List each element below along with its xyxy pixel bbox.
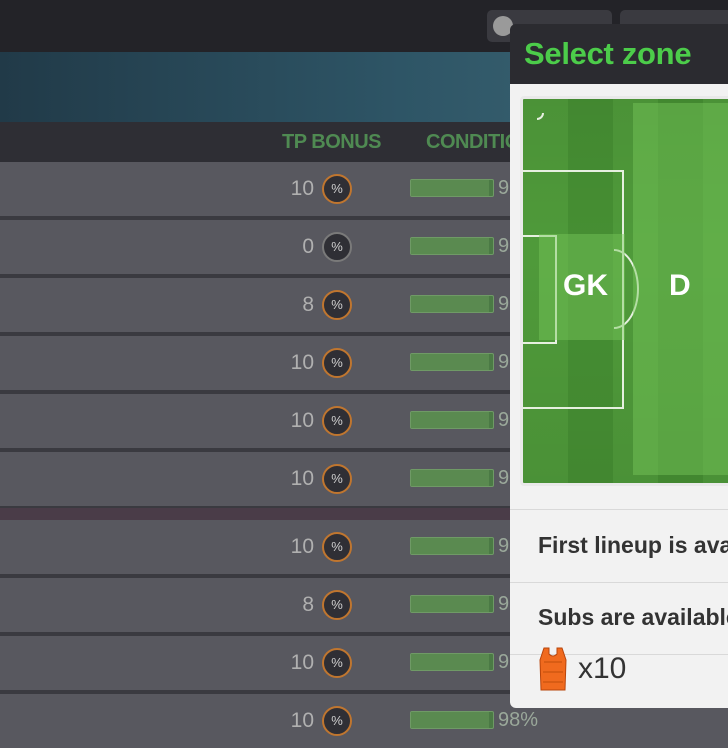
- condition-value: 9: [498, 351, 510, 373]
- condition-bar: [410, 595, 494, 613]
- tp-bonus-value: 0: [302, 235, 314, 258]
- condition-value: 9: [498, 177, 510, 199]
- subs-text: Subs are available: [538, 604, 728, 630]
- tp-bonus-value: 10: [290, 651, 314, 674]
- pitch: GK D: [520, 96, 728, 486]
- percent-badge-icon: %: [322, 590, 352, 620]
- modal-title: Select zone: [524, 36, 692, 71]
- percent-badge-icon: %: [322, 706, 352, 736]
- tp-bonus-value: 8: [302, 293, 314, 316]
- condition-bar: [410, 537, 494, 555]
- percent-badge-icon: %: [322, 174, 352, 204]
- first-lineup-text: First lineup is ava: [538, 532, 728, 558]
- condition-bar: [410, 653, 494, 671]
- tp-bonus-value: 10: [290, 177, 314, 200]
- tp-bonus-value: 10: [290, 709, 314, 732]
- bibs-row: x10: [510, 632, 728, 708]
- condition-value: 9: [498, 467, 510, 489]
- percent-badge-icon: %: [322, 648, 352, 678]
- condition-bar: [410, 469, 494, 487]
- condition-bar: [410, 711, 494, 729]
- condition-header: CONDITIO: [426, 131, 520, 153]
- condition-bar: [410, 237, 494, 255]
- condition-value: 9: [498, 293, 510, 315]
- condition-value: 9: [498, 651, 510, 673]
- condition-value: 9: [498, 535, 510, 557]
- condition-bar: [410, 179, 494, 197]
- condition-value: 98%: [498, 709, 539, 731]
- condition-bar: [410, 295, 494, 313]
- training-bib-icon: [539, 647, 567, 691]
- zone-gk-label: GK: [563, 269, 608, 302]
- tp-bonus-value: 10: [290, 467, 314, 490]
- percent-badge-icon: %: [322, 406, 352, 436]
- condition-bar: [410, 353, 494, 371]
- condition-value: 9: [498, 235, 510, 257]
- tp-bonus-value: 10: [290, 535, 314, 558]
- percent-badge-icon: %: [322, 232, 352, 262]
- tp-bonus-value: 8: [302, 593, 314, 616]
- percent-badge-icon: %: [322, 290, 352, 320]
- tp-bonus-header: TP BONUS: [282, 131, 381, 153]
- condition-value: 9: [498, 409, 510, 431]
- percent-badge-icon: %: [322, 532, 352, 562]
- tp-bonus-value: 10: [290, 351, 314, 374]
- modal-body: GK D First lineup is ava Subs are availa…: [510, 84, 728, 708]
- zone-d-label: D: [669, 269, 691, 302]
- condition-value: 9: [498, 593, 510, 615]
- percent-badge-icon: %: [322, 464, 352, 494]
- tp-bonus-value: 10: [290, 409, 314, 432]
- select-zone-modal: Select zone GK D First lineup is ava Sub…: [510, 24, 728, 708]
- percent-badge-icon: %: [322, 348, 352, 378]
- condition-bar: [410, 411, 494, 429]
- first-lineup-info: First lineup is ava: [510, 509, 728, 583]
- bib-count: x10: [578, 652, 627, 685]
